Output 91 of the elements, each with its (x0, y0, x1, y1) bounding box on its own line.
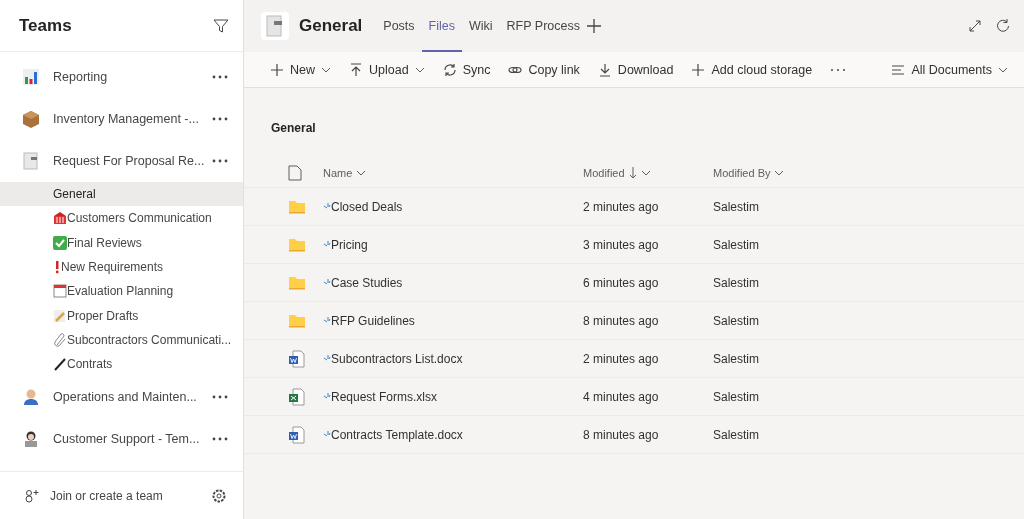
plus-icon (270, 62, 284, 77)
pen-icon (53, 357, 67, 372)
channel-item[interactable]: Customers Communication (0, 206, 243, 231)
modified-by: Salestim (713, 351, 759, 366)
document-icon (261, 12, 289, 40)
modified-time: 4 minutes ago (583, 389, 659, 404)
team-name[interactable]: Operations and Mainten... (53, 390, 211, 405)
modified-by: Salestim (713, 313, 759, 328)
modified-by: Salestim (713, 275, 759, 290)
toolbar-button[interactable]: Upload (349, 62, 425, 77)
file-name[interactable]: Closed Deals (331, 199, 403, 214)
modified-by: Salestim (713, 389, 759, 404)
plus-icon (691, 62, 706, 77)
toolbar-button[interactable]: New (270, 62, 331, 77)
column-header[interactable]: Modified By (713, 166, 771, 179)
folder-icon (288, 274, 306, 291)
package-icon (22, 110, 40, 128)
sidebar-title: Teams (19, 15, 72, 36)
person-icon (22, 388, 40, 407)
more-options-icon[interactable] (211, 436, 229, 443)
modified-time: 3 minutes ago (583, 237, 659, 252)
file-name[interactable]: Case Studies (331, 275, 403, 290)
file-name[interactable]: Request Forms.xlsx (331, 389, 438, 404)
folder-icon (288, 198, 306, 215)
file-name[interactable]: RFP Guidelines (331, 313, 415, 328)
toolbar-button[interactable]: Add cloud storage (691, 62, 813, 77)
modified-by: Salestim (713, 427, 759, 442)
team-name[interactable]: Request For Proposal Re... (53, 154, 211, 168)
checkmark-icon (53, 235, 67, 250)
folder-icon (288, 236, 306, 253)
column-header[interactable]: Name (323, 166, 353, 179)
more-options-icon[interactable] (211, 116, 229, 122)
more-options-icon[interactable] (211, 158, 229, 164)
channel-tab[interactable]: Wiki (462, 0, 500, 52)
view-selector[interactable]: All Documents (891, 62, 1008, 77)
building-icon (53, 211, 67, 226)
settings-icon[interactable] (211, 487, 227, 504)
word-document-icon (288, 349, 306, 368)
file-type-icon (288, 164, 302, 181)
pencil-note-icon (53, 308, 67, 323)
channel-item[interactable]: Subcontractors Communicati... (0, 327, 243, 353)
breadcrumb: General (270, 120, 317, 137)
join-team-link[interactable]: Join or create a team (50, 488, 211, 503)
list-view-icon (891, 63, 906, 76)
exclamation-icon (53, 260, 61, 275)
sort-down-icon (628, 166, 637, 179)
bar-chart-icon (22, 68, 40, 86)
file-name[interactable]: Contracts Template.docx (331, 427, 463, 442)
modified-time: 2 minutes ago (583, 351, 659, 366)
more-options-icon[interactable] (830, 66, 847, 73)
more-options-icon[interactable] (211, 394, 229, 401)
paperclip-icon (53, 332, 67, 347)
add-people-icon (24, 487, 40, 504)
modified-time: 6 minutes ago (583, 275, 659, 290)
upload-icon (349, 62, 363, 77)
file-name[interactable]: Pricing (331, 237, 368, 252)
add-tab-icon[interactable] (587, 19, 601, 33)
modified-time: 8 minutes ago (583, 427, 659, 442)
channel-item[interactable]: General (0, 182, 243, 207)
column-header[interactable]: Modified (583, 166, 637, 179)
more-options-icon[interactable] (211, 74, 229, 80)
spreadsheet-icon (288, 387, 306, 406)
toolbar-button[interactable]: Download (597, 62, 674, 77)
calendar-icon (53, 284, 67, 299)
team-name[interactable]: Customer Support - Tem... (53, 432, 211, 447)
expand-icon[interactable] (968, 19, 982, 33)
channel-item[interactable]: Proper Drafts (0, 303, 243, 328)
team-name[interactable]: Inventory Management -... (53, 112, 211, 126)
toolbar-button[interactable]: Sync (442, 62, 491, 77)
sync-icon (442, 62, 457, 77)
document-icon (22, 152, 40, 170)
modified-by: Salestim (713, 237, 759, 252)
channel-item[interactable]: Evaluation Planning (0, 279, 243, 304)
download-icon (597, 62, 612, 77)
team-name[interactable]: Reporting (53, 70, 211, 84)
word-document-icon (288, 425, 306, 444)
person-laptop-icon (22, 430, 40, 449)
file-name[interactable]: Subcontractors List.docx (331, 351, 463, 366)
modified-by: Salestim (713, 199, 759, 214)
channel-item[interactable]: Contrats (0, 352, 243, 377)
channel-item[interactable]: New Requirements (0, 254, 243, 280)
filter-icon[interactable] (213, 17, 229, 34)
channel-tab[interactable]: RFP Process (499, 0, 587, 52)
refresh-icon[interactable] (996, 19, 1010, 33)
channel-tab[interactable]: Posts (376, 0, 422, 52)
folder-icon (288, 312, 306, 329)
modified-time: 2 minutes ago (583, 199, 659, 214)
toolbar-button[interactable]: Copy link (508, 62, 580, 77)
channel-item[interactable]: Final Reviews (0, 230, 243, 255)
modified-time: 8 minutes ago (583, 313, 659, 328)
channel-title: General (299, 16, 363, 36)
